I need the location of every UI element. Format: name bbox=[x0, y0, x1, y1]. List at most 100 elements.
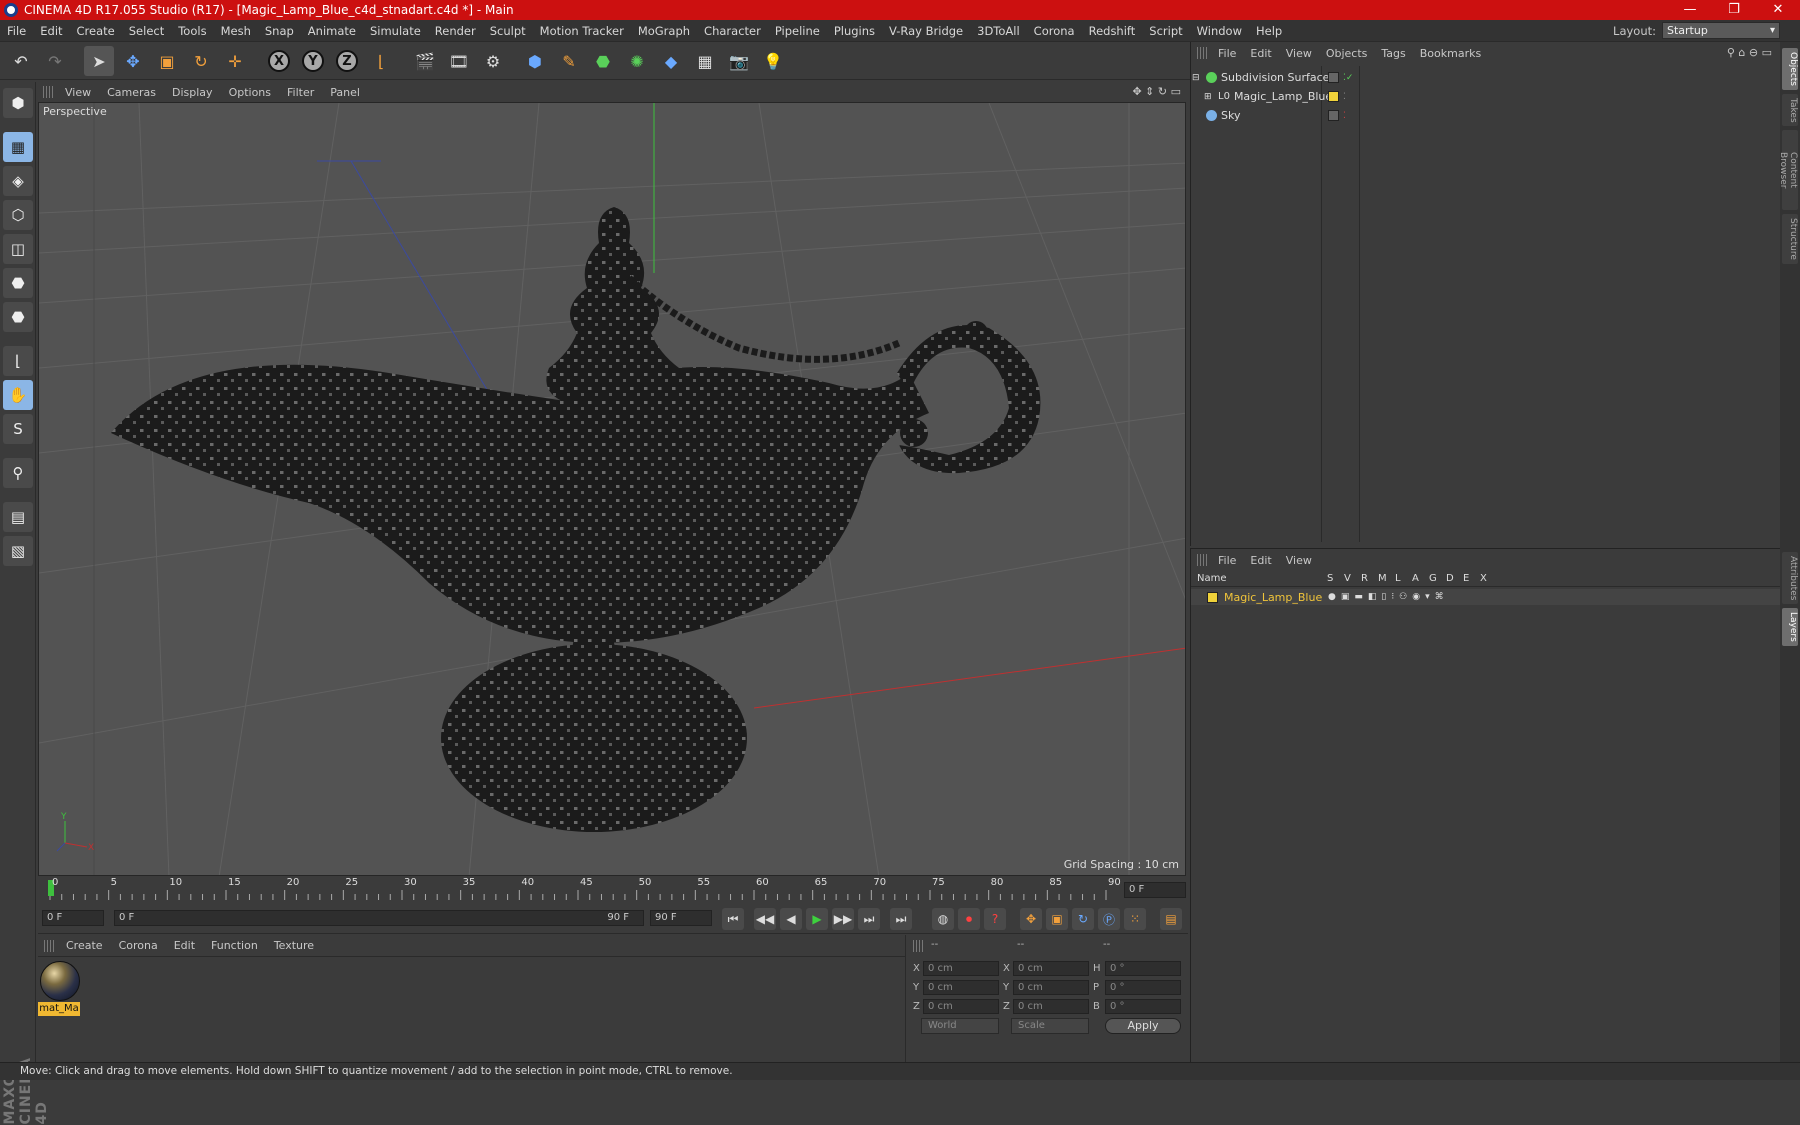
y-axis-lock-button[interactable]: Y bbox=[298, 46, 328, 76]
subdivision-surface-button[interactable]: ⬣ bbox=[588, 46, 618, 76]
menu-redshift[interactable]: Redshift bbox=[1082, 20, 1143, 42]
visibility-dots-icon[interactable]: ⁚ bbox=[1343, 92, 1346, 102]
timeline-ruler[interactable]: 0 5 10 15 20 25 30 35 40 45 50 55 60 65 70 75 80 85 90 bbox=[38, 877, 1186, 900]
material-menu-texture[interactable]: Texture bbox=[266, 939, 322, 952]
render-to-picture-viewer-button[interactable]: 🎞 bbox=[444, 46, 474, 76]
preview-range-slider[interactable]: 0 F 90 F bbox=[114, 910, 644, 926]
viewport-menu-view[interactable]: View bbox=[57, 86, 99, 99]
column-generators[interactable]: G bbox=[1429, 573, 1446, 586]
move-tool-button[interactable]: ✥ bbox=[118, 46, 148, 76]
cloner-button[interactable]: ✺ bbox=[622, 46, 652, 76]
menu-simulate[interactable]: Simulate bbox=[363, 20, 428, 42]
timeline-window-button[interactable]: ▤ bbox=[1160, 908, 1182, 930]
menu-script[interactable]: Script bbox=[1142, 20, 1189, 42]
menu-file[interactable]: File bbox=[0, 20, 33, 42]
render-view-button[interactable]: 🎬 bbox=[410, 46, 440, 76]
go-to-start-button[interactable]: ⏮ bbox=[722, 908, 744, 930]
layers-menu-edit[interactable]: Edit bbox=[1243, 554, 1278, 567]
deformer-button[interactable]: ◆ bbox=[656, 46, 686, 76]
menu-render[interactable]: Render bbox=[428, 20, 483, 42]
material-menu-edit[interactable]: Edit bbox=[166, 939, 203, 952]
rotation-b-field[interactable]: 0 ° bbox=[1105, 999, 1181, 1014]
position-x-field[interactable]: 0 cm bbox=[923, 961, 999, 976]
key-pla-button[interactable]: ⁙ bbox=[1124, 908, 1146, 930]
menu-pipeline[interactable]: Pipeline bbox=[768, 20, 827, 42]
column-solo[interactable]: S bbox=[1327, 573, 1344, 586]
layers-menu-view[interactable]: View bbox=[1279, 554, 1319, 567]
maximize-button[interactable]: ❐ bbox=[1712, 0, 1756, 20]
previous-frame-button[interactable]: ◀ bbox=[780, 908, 802, 930]
size-mode-dropdown[interactable]: Scale bbox=[1011, 1018, 1089, 1034]
layers-menu-file[interactable]: File bbox=[1211, 554, 1243, 567]
viewport-menu-cameras[interactable]: Cameras bbox=[99, 86, 164, 99]
objects-menu-view[interactable]: View bbox=[1279, 47, 1319, 60]
z-axis-lock-button[interactable]: Z bbox=[332, 46, 362, 76]
record-active-objects-button[interactable]: ⏺ bbox=[958, 908, 980, 930]
objects-menu-edit[interactable]: Edit bbox=[1243, 47, 1278, 60]
menu-3dtoall[interactable]: 3DToAll bbox=[970, 20, 1027, 42]
current-frame-field[interactable]: 0 F bbox=[1124, 882, 1186, 898]
menu-edit[interactable]: Edit bbox=[33, 20, 69, 42]
key-position-button[interactable]: ✥ bbox=[1020, 908, 1042, 930]
menu-corona[interactable]: Corona bbox=[1027, 20, 1082, 42]
rotate-tool-button[interactable]: ↻ bbox=[186, 46, 216, 76]
column-animation[interactable]: A bbox=[1412, 573, 1429, 586]
perspective-viewport[interactable]: Y X Perspective Grid Spacing : 10 cm bbox=[38, 102, 1186, 876]
workplane-lock-button[interactable]: ▤ bbox=[3, 502, 33, 532]
live-selection-button[interactable]: ➤ bbox=[84, 46, 114, 76]
go-to-end-button[interactable]: ⏭ bbox=[890, 908, 912, 930]
camera-button[interactable]: 📷 bbox=[724, 46, 754, 76]
tab-objects[interactable]: Objects bbox=[1782, 48, 1798, 90]
start-frame-field[interactable]: 0 F bbox=[42, 910, 104, 926]
object-row-sky[interactable]: Sky bbox=[1202, 106, 1240, 125]
objects-menu-bookmarks[interactable]: Bookmarks bbox=[1413, 47, 1488, 60]
texture-mode-button[interactable]: ◈ bbox=[3, 166, 33, 196]
viewport-menu-options[interactable]: Options bbox=[221, 86, 279, 99]
layer-swatch[interactable] bbox=[1328, 72, 1339, 83]
viewport-menu-display[interactable]: Display bbox=[164, 86, 221, 99]
add-cube-button[interactable]: ⬢ bbox=[520, 46, 550, 76]
objects-toolbar-icons[interactable]: ⚲ ⌂ ⊖ ▭ bbox=[1727, 46, 1772, 59]
play-button[interactable]: ▶ bbox=[806, 908, 828, 930]
material-name-label[interactable]: mat_Ma bbox=[38, 1002, 80, 1016]
edges-mode-button[interactable]: ⬣ bbox=[3, 268, 33, 298]
viewport-navigation-icons[interactable]: ✥ ⇕ ↻ ▭ bbox=[1132, 85, 1181, 98]
scale-tool-button[interactable]: ▣ bbox=[152, 46, 182, 76]
key-scale-button[interactable]: ▣ bbox=[1046, 908, 1068, 930]
snap-button[interactable]: S bbox=[3, 414, 33, 444]
model-mode-button[interactable]: ▦ bbox=[3, 132, 33, 162]
coordinate-system-button[interactable]: ⌊ bbox=[366, 46, 396, 76]
object-row-magic-lamp-blue[interactable]: ⊞ L0 Magic_Lamp_Blue bbox=[1204, 87, 1332, 106]
viewport-menu-panel[interactable]: Panel bbox=[322, 86, 368, 99]
tab-layers[interactable]: Layers bbox=[1782, 608, 1798, 646]
visibility-dots-icon[interactable]: ⁚✓ bbox=[1343, 73, 1353, 83]
floor-button[interactable]: ▦ bbox=[690, 46, 720, 76]
tweak-mode-button[interactable]: ✋ bbox=[3, 380, 33, 410]
rotation-p-field[interactable]: 0 ° bbox=[1105, 980, 1181, 995]
menu-mograph[interactable]: MoGraph bbox=[631, 20, 697, 42]
tab-structure[interactable]: Structure bbox=[1782, 214, 1798, 264]
magnet-tool-button[interactable]: ⚲ bbox=[3, 458, 33, 488]
position-z-field[interactable]: 0 cm bbox=[923, 999, 999, 1014]
column-manager[interactable]: M bbox=[1378, 573, 1395, 586]
layer-color-swatch[interactable] bbox=[1207, 591, 1218, 603]
menu-window[interactable]: Window bbox=[1190, 20, 1249, 42]
layout-select[interactable]: Startup bbox=[1662, 22, 1780, 39]
size-z-field[interactable]: 0 cm bbox=[1013, 999, 1089, 1014]
menu-snap[interactable]: Snap bbox=[258, 20, 301, 42]
size-x-field[interactable]: 0 cm bbox=[1013, 961, 1089, 976]
redo-button[interactable]: ↷ bbox=[40, 46, 70, 76]
x-axis-lock-button[interactable]: X bbox=[264, 46, 294, 76]
end-frame-field[interactable]: 90 F bbox=[650, 910, 712, 926]
menu-sculpt[interactable]: Sculpt bbox=[483, 20, 533, 42]
column-expressions[interactable]: E bbox=[1463, 573, 1480, 586]
axis-mode-button[interactable]: ⌊ bbox=[3, 346, 33, 376]
rotation-h-field[interactable]: 0 ° bbox=[1105, 961, 1181, 976]
next-frame-button[interactable]: ▶▶ bbox=[832, 908, 854, 930]
make-editable-button[interactable]: ⬢ bbox=[3, 88, 33, 118]
workplane-mode-button[interactable]: ⬡ bbox=[3, 200, 33, 230]
minimize-button[interactable]: — bbox=[1668, 0, 1712, 20]
material-menu-corona[interactable]: Corona bbox=[111, 939, 166, 952]
recent-tool-button[interactable]: ✛ bbox=[220, 46, 250, 76]
layer-toggle-icons[interactable]: ●▣▬◧▯⁝⚇◉▾⌘ bbox=[1328, 592, 1449, 602]
